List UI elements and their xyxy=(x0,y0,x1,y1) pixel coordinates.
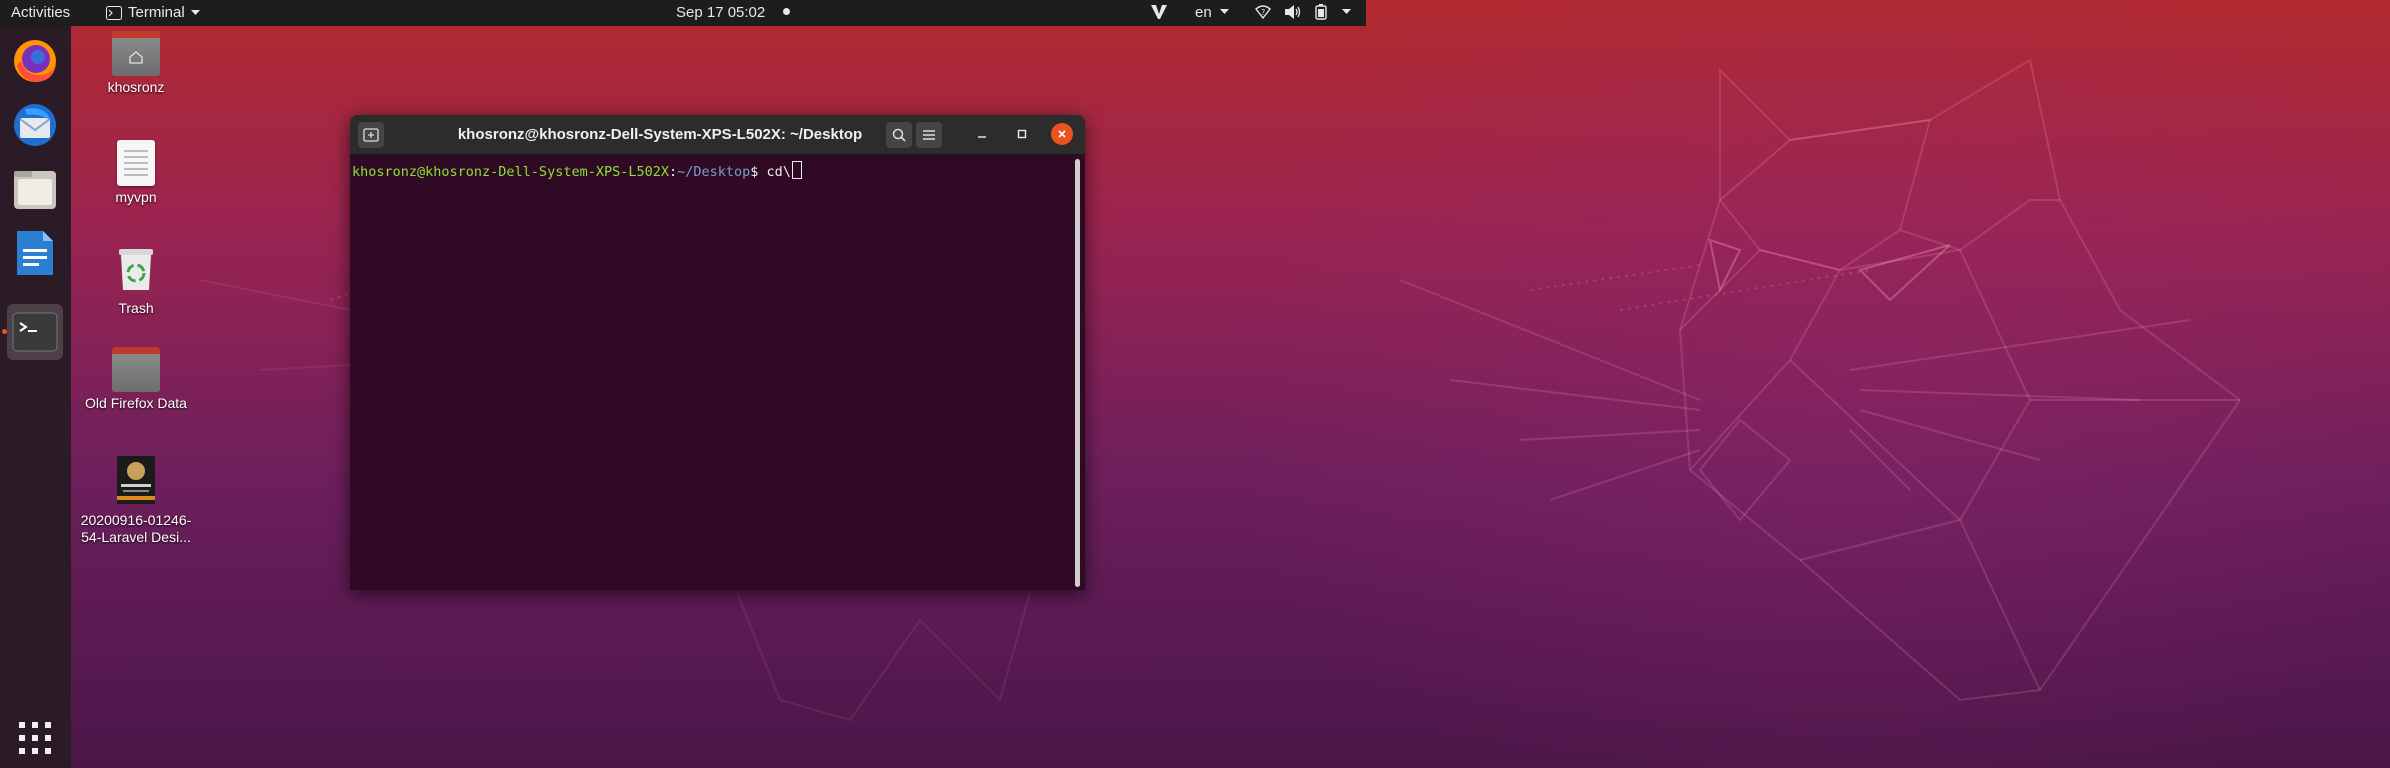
close-button[interactable] xyxy=(1051,123,1073,145)
image-thumbnail-icon xyxy=(117,456,155,504)
language-label: en xyxy=(1195,4,1212,21)
firefox-icon xyxy=(14,40,56,82)
minimize-button[interactable] xyxy=(971,123,993,145)
activities-button[interactable]: Activities xyxy=(11,0,70,26)
chevron-down-icon xyxy=(1341,9,1351,14)
terminal-header-bar[interactable]: khosronz@khosronz-Dell-System-XPS-L502X:… xyxy=(350,115,1085,155)
terminal-scrollbar[interactable] xyxy=(1075,159,1080,587)
running-indicator xyxy=(2,329,7,334)
desktop-icon-myvpn[interactable]: myvpn xyxy=(76,140,196,206)
prompt-path: ~/Desktop xyxy=(677,164,751,180)
files-icon xyxy=(14,171,56,209)
desktop-icon-label: Old Firefox Data xyxy=(85,395,187,411)
dock-files[interactable] xyxy=(7,161,63,217)
battery-icon xyxy=(1315,4,1328,20)
v-logo-icon xyxy=(1151,5,1167,19)
vpn-indicator[interactable] xyxy=(1150,0,1168,26)
desktop-icon-home[interactable]: khosronz xyxy=(76,31,196,96)
search-icon xyxy=(892,128,906,142)
writer-icon xyxy=(17,231,53,275)
thunderbird-icon xyxy=(14,104,56,146)
desktop-icon-label: khosronz xyxy=(107,79,165,95)
clock-label: Sep 17 05:02 xyxy=(676,4,766,21)
dock-writer[interactable] xyxy=(7,225,63,281)
prompt-user-host: khosronz@khosronz-Dell-System-XPS-L502X xyxy=(352,164,669,180)
hamburger-menu-icon xyxy=(923,130,935,140)
prompt-symbol: $ xyxy=(750,164,767,180)
desktop-icon-label-line1: 20200916-01246- xyxy=(80,512,192,528)
clock[interactable]: Sep 17 05:02 xyxy=(676,0,791,26)
system-menu[interactable]: ? xyxy=(1255,0,1351,26)
chevron-down-icon xyxy=(1219,9,1229,14)
terminal-icon xyxy=(106,6,122,20)
dock-firefox[interactable] xyxy=(7,33,63,89)
terminal-icon xyxy=(12,312,58,352)
new-tab-icon xyxy=(363,128,379,142)
app-menu[interactable]: Terminal xyxy=(106,0,200,26)
menu-button[interactable] xyxy=(916,122,942,148)
volume-icon xyxy=(1285,5,1301,19)
close-icon xyxy=(1058,130,1066,138)
home-folder-icon xyxy=(112,31,160,76)
desktop-icon-label-line2: 54-Laravel Desi... xyxy=(81,529,191,545)
app-grid-icon xyxy=(19,722,51,754)
desktop-icon-old-firefox-data[interactable]: Old Firefox Data xyxy=(76,347,196,412)
terminal-output[interactable]: khosronz@khosronz-Dell-System-XPS-L502X:… xyxy=(350,155,1070,590)
folder-icon xyxy=(112,347,160,392)
svg-text:?: ? xyxy=(1261,8,1265,17)
terminal-window[interactable]: khosronz@khosronz-Dell-System-XPS-L502X:… xyxy=(350,115,1085,590)
network-icon: ? xyxy=(1255,5,1271,20)
minimize-icon xyxy=(978,136,986,138)
search-button[interactable] xyxy=(886,122,912,148)
text-cursor xyxy=(791,161,802,179)
desktop-icon-label: 20200916-01246- 54-Laravel Desi... xyxy=(76,512,196,546)
chevron-down-icon xyxy=(190,10,200,15)
trash-icon xyxy=(119,249,153,290)
app-menu-label: Terminal xyxy=(128,4,185,21)
desktop-icon-laravel-file[interactable]: 20200916-01246- 54-Laravel Desi... xyxy=(76,456,196,546)
terminal-title: khosronz@khosronz-Dell-System-XPS-L502X:… xyxy=(457,126,863,143)
desktop-icon-label: myvpn xyxy=(115,189,157,205)
maximize-button[interactable] xyxy=(1011,123,1033,145)
text-file-icon xyxy=(117,140,155,186)
dock xyxy=(0,26,71,768)
dock-thunderbird[interactable] xyxy=(7,97,63,153)
desktop-icon-trash[interactable]: Trash xyxy=(76,246,196,317)
notification-dot-icon xyxy=(783,8,791,15)
new-tab-button[interactable] xyxy=(358,122,384,148)
show-apps-button[interactable] xyxy=(7,710,63,766)
desktop-icon-label: Trash xyxy=(118,300,154,316)
top-bar: Activities Terminal Sep 17 05:02 en ? xyxy=(0,0,1366,26)
prompt-separator: : xyxy=(668,164,678,180)
typed-command: cd\ xyxy=(766,164,791,180)
dock-terminal[interactable] xyxy=(7,304,63,360)
maximize-icon xyxy=(1017,129,1027,139)
language-selector[interactable]: en xyxy=(1195,0,1229,26)
